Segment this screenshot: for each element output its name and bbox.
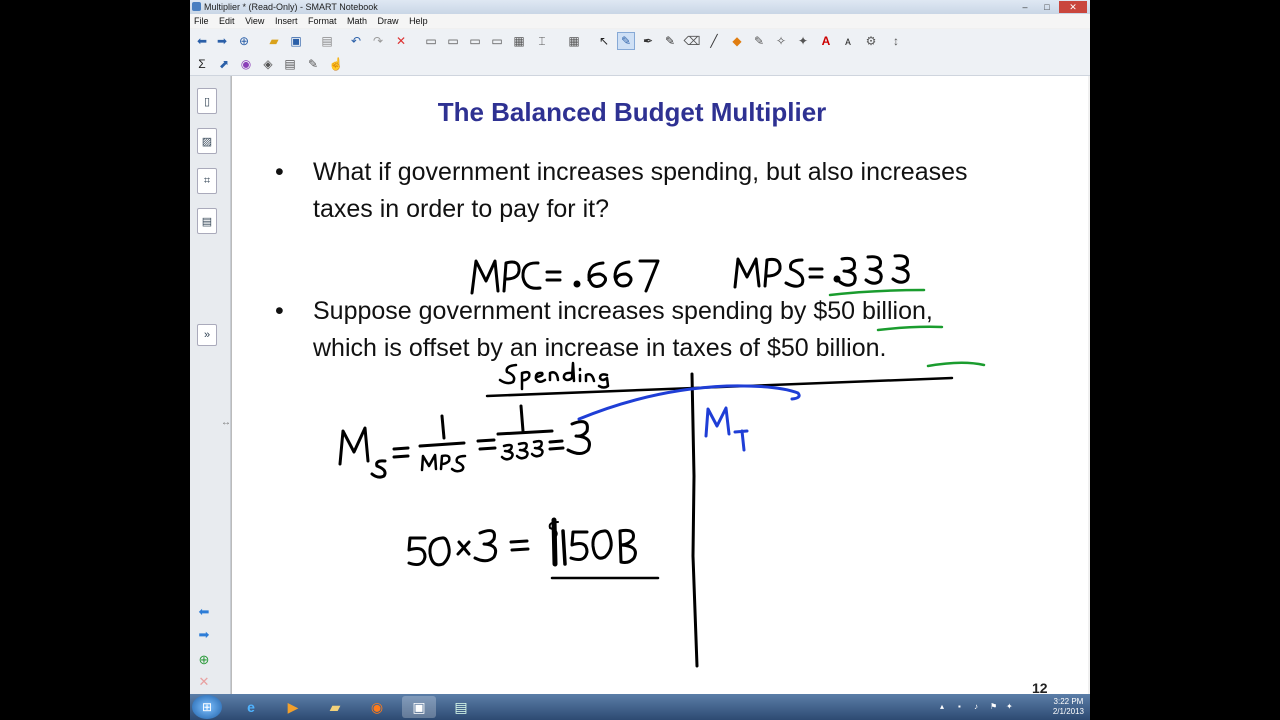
tray-arrow-icon[interactable]: ▴ (940, 702, 944, 711)
firefox-icon[interactable]: ◉ (360, 696, 394, 718)
delete-page-icon[interactable]: ✕ (196, 674, 212, 690)
3d-icon[interactable]: ◉ (237, 55, 255, 73)
save-icon[interactable]: ▣ (287, 32, 305, 50)
ink-black (338, 254, 954, 668)
gallery-icon[interactable]: ◈ (259, 55, 277, 73)
select-icon[interactable]: ↖ (595, 32, 613, 50)
table-icon[interactable]: ⌶ (533, 32, 551, 50)
ink-blue (577, 384, 801, 452)
smart-notebook-taskbar-icon[interactable]: ▣ (402, 696, 436, 718)
tray-smart-icon[interactable]: ✦ (1006, 702, 1013, 711)
windows-taskbar: ⊞ e ▶ ▰ ◉ ▣ ▤ ▴ ▪ ♪ ⚑ ✦ 3:22 PM 2/1/2013 (190, 694, 1090, 720)
redo-icon[interactable]: ↷ (369, 32, 387, 50)
clock-time: 3:22 PM (1053, 697, 1084, 706)
media-player-icon[interactable]: ▶ (276, 696, 310, 718)
menu-help[interactable]: Help (405, 14, 432, 28)
file-explorer-icon[interactable]: ▰ (318, 696, 352, 718)
line-icon[interactable]: ╱ (705, 32, 723, 50)
screen-shade-icon[interactable]: ▭ (422, 32, 440, 50)
window-title: Multiplier * (Read-Only) - SMART Noteboo… (204, 2, 378, 12)
smart-notebook-window: Multiplier * (Read-Only) - SMART Noteboo… (190, 0, 1090, 720)
app-icon (192, 2, 201, 11)
table2-icon[interactable]: ▦ (565, 32, 583, 50)
maximize-button[interactable]: □ (1037, 1, 1057, 13)
ink-spending (498, 361, 610, 391)
ink-mt (704, 406, 749, 452)
menu-draw[interactable]: Draw (374, 14, 403, 28)
forward-icon[interactable]: ➡ (213, 32, 231, 50)
creative-pen-icon[interactable]: ✒ (639, 32, 657, 50)
text-icon[interactable]: A (817, 32, 835, 50)
properties-icon[interactable]: ✧ (772, 32, 790, 50)
start-button[interactable]: ⊞ (192, 695, 222, 719)
math-tools-icon[interactable]: ▤ (281, 55, 299, 73)
attachments-tab-icon[interactable]: ⌗ (197, 168, 217, 194)
properties-tab-icon[interactable]: ▤ (197, 208, 217, 234)
pen-icon[interactable]: ✎ (617, 32, 635, 50)
menu-math[interactable]: Math (343, 14, 371, 28)
tray-flag-icon[interactable]: ⚑ (990, 702, 997, 711)
main-toolbar: ⬅ ➡ ⊕ ▰ ▣ ▤ ↶ ↷ ✕ ▭ ▭ ▭ ▭ ▦ ⌶ ▦ ↖ ✎ ✒ ✎ … (190, 29, 1090, 54)
clock-date: 2/1/2013 (1052, 707, 1084, 716)
page-sorter-tab-icon[interactable]: ▯ (197, 88, 217, 114)
add-page-side-icon[interactable]: ⊕ (196, 652, 212, 668)
secondary-toolbar: Σ ⬈ ◉ ◈ ▤ ✎ ☝ (190, 53, 1090, 76)
fill-icon[interactable]: ✎ (750, 32, 768, 50)
menu-edit[interactable]: Edit (215, 14, 239, 28)
underline-spending-50 (876, 325, 944, 332)
ink-mpc (470, 259, 660, 295)
font-icon[interactable]: ᴀ (839, 32, 857, 50)
shape-icon[interactable]: ◆ (728, 32, 746, 50)
full-screen-icon[interactable]: ▭ (444, 32, 462, 50)
pointer-icon[interactable]: ☝ (327, 55, 345, 73)
internet-explorer-icon[interactable]: e (234, 696, 268, 718)
back-icon[interactable]: ⬅ (193, 32, 211, 50)
open-icon[interactable]: ▰ (265, 32, 283, 50)
minimize-button[interactable]: – (1015, 1, 1035, 13)
title-bar: Multiplier * (Read-Only) - SMART Noteboo… (190, 0, 1090, 14)
tray-volume-icon[interactable]: ♪ (974, 702, 978, 711)
ink-green-underlines (828, 288, 986, 368)
add-page-icon[interactable]: ⊕ (235, 32, 253, 50)
edit-icon[interactable]: ✎ (304, 55, 322, 73)
next-page-icon[interactable]: ➡ (196, 627, 212, 643)
side-tabs: ▯ ▨ ⌗ ▤ » ↔ ⬅ ➡ ⊕ ✕ (190, 76, 231, 694)
clock[interactable]: 3:22 PM 2/1/2013 (1053, 697, 1084, 717)
collapse-tab-icon[interactable]: » (197, 324, 217, 346)
ink-ms-formula (338, 404, 591, 479)
underline-mps (828, 288, 926, 297)
ink-calculation (407, 517, 660, 580)
t-chart-vertical-line (690, 372, 699, 668)
menu-file[interactable]: File (190, 14, 213, 28)
system-tray: ▴ ▪ ♪ ⚑ ✦ 3:22 PM 2/1/2013 (940, 694, 1090, 720)
capture-icon[interactable]: ▦ (510, 32, 528, 50)
smart-tools-icon[interactable]: ▤ (444, 696, 478, 718)
more-icon[interactable]: ⚙ (862, 32, 880, 50)
magic-wand-icon[interactable]: ✦ (794, 32, 812, 50)
menu-format[interactable]: Format (304, 14, 341, 28)
ink-mps (733, 254, 910, 289)
magic-pen-icon[interactable]: ✎ (661, 32, 679, 50)
previous-page-icon[interactable]: ⬅ (196, 604, 212, 620)
sigma-icon[interactable]: Σ (193, 55, 211, 73)
delete-icon[interactable]: ✕ (392, 32, 410, 50)
slide-canvas[interactable]: The Balanced Budget Multiplier • What if… (231, 76, 1088, 696)
handwriting-layer (338, 254, 986, 668)
tray-network-icon[interactable]: ▪ (958, 702, 961, 711)
gallery-tab-icon[interactable]: ▨ (197, 128, 217, 154)
close-button[interactable]: ✕ (1059, 1, 1087, 13)
eraser-icon[interactable]: ⌫ (683, 32, 701, 50)
document-camera-icon[interactable]: ▭ (488, 32, 506, 50)
undo-icon[interactable]: ↶ (347, 32, 365, 50)
toolbar-move-icon[interactable]: ↕ (887, 32, 905, 50)
shapes-icon[interactable]: ⬈ (215, 55, 233, 73)
dual-display-icon[interactable]: ▭ (466, 32, 484, 50)
paste-icon[interactable]: ▤ (318, 32, 336, 50)
menu-view[interactable]: View (241, 14, 268, 28)
menu-bar: File Edit View Insert Format Math Draw H… (190, 14, 1090, 28)
menu-insert[interactable]: Insert (271, 14, 302, 28)
underline-taxes-50 (926, 361, 986, 368)
